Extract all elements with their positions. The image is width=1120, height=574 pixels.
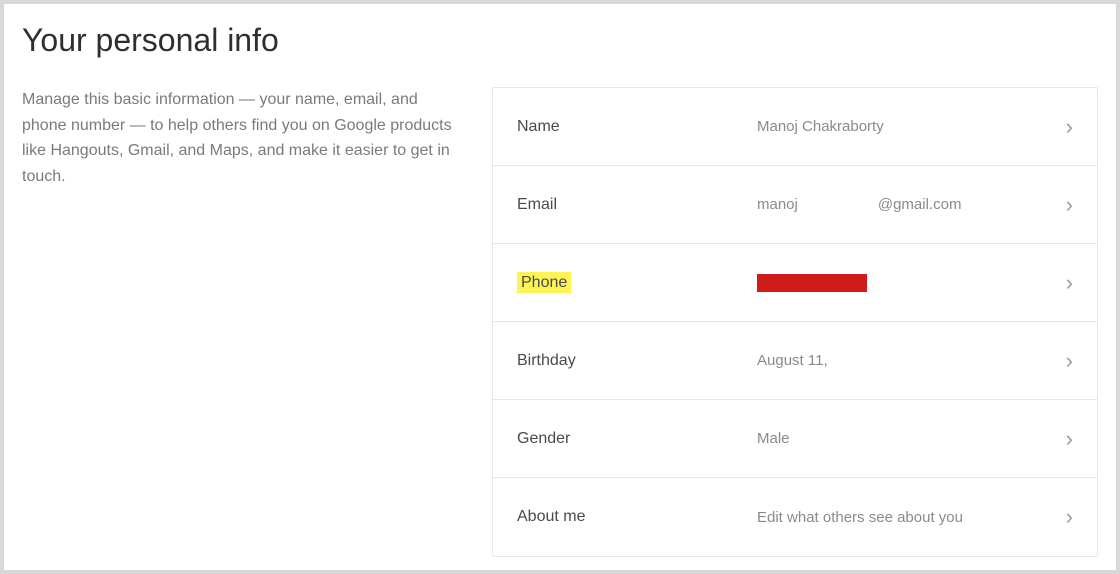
row-phone[interactable]: Phone › bbox=[493, 244, 1097, 322]
phone-label-highlight: Phone bbox=[517, 272, 571, 293]
row-phone-value bbox=[757, 273, 1056, 291]
personal-info-panel: Your personal info Manage this basic inf… bbox=[4, 4, 1116, 570]
email-domain: @gmail.com bbox=[878, 196, 962, 213]
row-birthday-label: Birthday bbox=[517, 352, 757, 370]
row-email-value: manoj @gmail.com bbox=[757, 196, 1056, 213]
chevron-right-icon: › bbox=[1066, 348, 1073, 374]
info-list: Name Manoj Chakraborty › Email manoj @gm… bbox=[492, 87, 1098, 557]
description-text: Manage this basic information — your nam… bbox=[22, 87, 462, 189]
row-about-label: About me bbox=[517, 508, 757, 526]
chevron-right-icon: › bbox=[1066, 504, 1073, 530]
content-wrapper: Manage this basic information — your nam… bbox=[22, 87, 1098, 557]
row-about-value: Edit what others see about you bbox=[757, 509, 1056, 526]
chevron-right-icon: › bbox=[1066, 270, 1073, 296]
row-phone-label: Phone bbox=[517, 274, 757, 292]
email-local: manoj bbox=[757, 196, 798, 213]
description-column: Manage this basic information — your nam… bbox=[22, 87, 462, 557]
row-email[interactable]: Email manoj @gmail.com › bbox=[493, 166, 1097, 244]
row-birthday-value: August 11, bbox=[757, 352, 1056, 369]
page-title: Your personal info bbox=[22, 22, 1098, 59]
row-name-value: Manoj Chakraborty bbox=[757, 118, 1056, 135]
chevron-right-icon: › bbox=[1066, 192, 1073, 218]
row-about[interactable]: About me Edit what others see about you … bbox=[493, 478, 1097, 556]
row-email-label: Email bbox=[517, 196, 757, 214]
chevron-right-icon: › bbox=[1066, 114, 1073, 140]
phone-redacted-block bbox=[757, 274, 867, 292]
row-gender-label: Gender bbox=[517, 430, 757, 448]
row-gender-value: Male bbox=[757, 430, 1056, 447]
row-name-label: Name bbox=[517, 118, 757, 136]
chevron-right-icon: › bbox=[1066, 426, 1073, 452]
row-birthday[interactable]: Birthday August 11, › bbox=[493, 322, 1097, 400]
row-name[interactable]: Name Manoj Chakraborty › bbox=[493, 88, 1097, 166]
row-gender[interactable]: Gender Male › bbox=[493, 400, 1097, 478]
